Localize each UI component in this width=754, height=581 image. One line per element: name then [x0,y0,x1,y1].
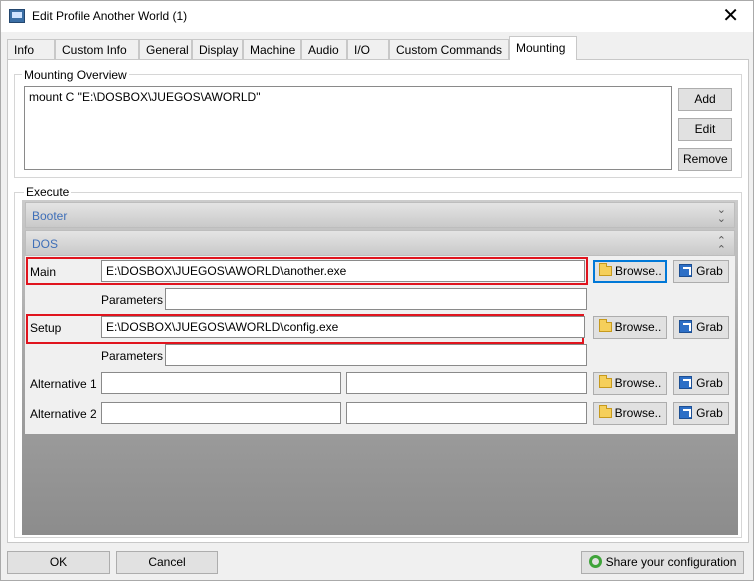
grab-label: Grab [696,320,723,334]
tab-machine[interactable]: Machine [243,39,301,60]
browse-label: Browse.. [614,406,662,420]
tab-general[interactable]: General [139,39,192,60]
alternative-1-label: Alternative 1 [30,377,97,391]
cancel-button[interactable]: Cancel [116,551,218,574]
alternative-2-grab-button[interactable]: Grab [673,402,729,425]
alternative-2-parameters-field[interactable] [346,402,587,424]
share-icon [588,555,602,568]
app-icon [9,9,25,23]
mounting-tab-panel: Mounting Overview mount C "E:\DOSBOX\JUE… [7,59,749,543]
booter-section-header[interactable]: Booter ⌄ ⌄ [25,202,735,228]
alternative-1-parameters-field[interactable] [346,372,587,394]
close-icon[interactable]: ✕ [722,4,739,28]
setup-grab-button[interactable]: Grab [673,316,729,339]
alternative-1-grab-button[interactable]: Grab [673,372,729,395]
mount-list[interactable]: mount C "E:\DOSBOX\JUEGOS\AWORLD" [24,86,672,170]
edit-mount-button[interactable]: Edit [678,118,732,141]
alternative-2-browse-button[interactable]: Browse.. [593,402,667,425]
dos-label: DOS [32,237,59,251]
tab-custom-commands[interactable]: Custom Commands [389,39,509,60]
setup-browse-button[interactable]: Browse.. [593,316,667,339]
dos-section-header[interactable]: DOS ⌃ ⌃ [25,230,735,256]
grab-label: Grab [696,376,723,390]
grab-icon [679,320,693,333]
grab-label: Grab [696,406,723,420]
tab-display[interactable]: Display [192,39,243,60]
main-grab-button[interactable]: Grab [673,260,729,283]
tab-audio[interactable]: Audio [301,39,347,60]
remove-mount-button[interactable]: Remove [678,148,732,171]
setup-exe-field[interactable]: E:\DOSBOX\JUEGOS\AWORLD\config.exe [101,316,585,338]
setup-parameters-label: Parameters [101,349,164,363]
grab-icon [679,264,693,277]
window-title: Edit Profile Another World (1) [32,9,188,23]
alternative-2-exe-field[interactable] [101,402,341,424]
tab-custom-info[interactable]: Custom Info [55,39,139,60]
ok-button[interactable]: OK [7,551,110,574]
main-parameters-label: Parameters [101,293,164,307]
double-chevron-down-icon: ⌄ ⌄ [716,204,726,225]
mounting-overview-legend: Mounting Overview [22,68,129,82]
browse-label: Browse.. [615,264,662,278]
tab-mounting[interactable]: Mounting [509,36,577,60]
browse-label: Browse.. [614,320,662,334]
folder-icon [598,405,612,418]
folder-icon [599,263,612,276]
mount-list-item[interactable]: mount C "E:\DOSBOX\JUEGOS\AWORLD" [29,90,667,104]
main-label: Main [30,265,57,279]
share-label: Share your configuration [605,555,737,569]
dos-section-body: Main E:\DOSBOX\JUEGOS\AWORLD\another.exe… [25,256,735,434]
browse-label: Browse.. [614,376,662,390]
alternative-1-browse-button[interactable]: Browse.. [593,372,667,395]
main-browse-button[interactable]: Browse.. [593,260,667,283]
double-chevron-up-icon: ⌃ ⌃ [716,235,726,256]
alternative-1-exe-field[interactable] [101,372,341,394]
execute-area: Booter ⌄ ⌄ DOS ⌃ ⌃ Main E:\DOSBOX\JUEGOS\A… [22,200,738,535]
grab-icon [679,376,693,389]
grab-label: Grab [696,264,723,278]
title-bar: Edit Profile Another World (1) ✕ [1,1,753,32]
booter-label: Booter [32,209,68,223]
tab-bar: Info Custom Info General Display Machine… [7,36,749,60]
tab-info[interactable]: Info [7,39,55,60]
folder-icon [598,375,612,388]
grab-icon [679,406,693,419]
main-exe-field[interactable]: E:\DOSBOX\JUEGOS\AWORLD\another.exe [101,260,585,282]
edit-profile-dialog: Edit Profile Another World (1) ✕ Info Cu… [0,0,754,581]
share-configuration-button[interactable]: Share your configuration [581,551,744,574]
execute-legend: Execute [24,185,72,199]
tab-io[interactable]: I/O [347,39,389,60]
setup-label: Setup [30,321,62,335]
main-parameters-field[interactable] [165,288,587,310]
add-mount-button[interactable]: Add [678,88,732,111]
alternative-2-label: Alternative 2 [30,407,97,421]
setup-parameters-field[interactable] [165,344,587,366]
folder-icon [598,319,612,332]
